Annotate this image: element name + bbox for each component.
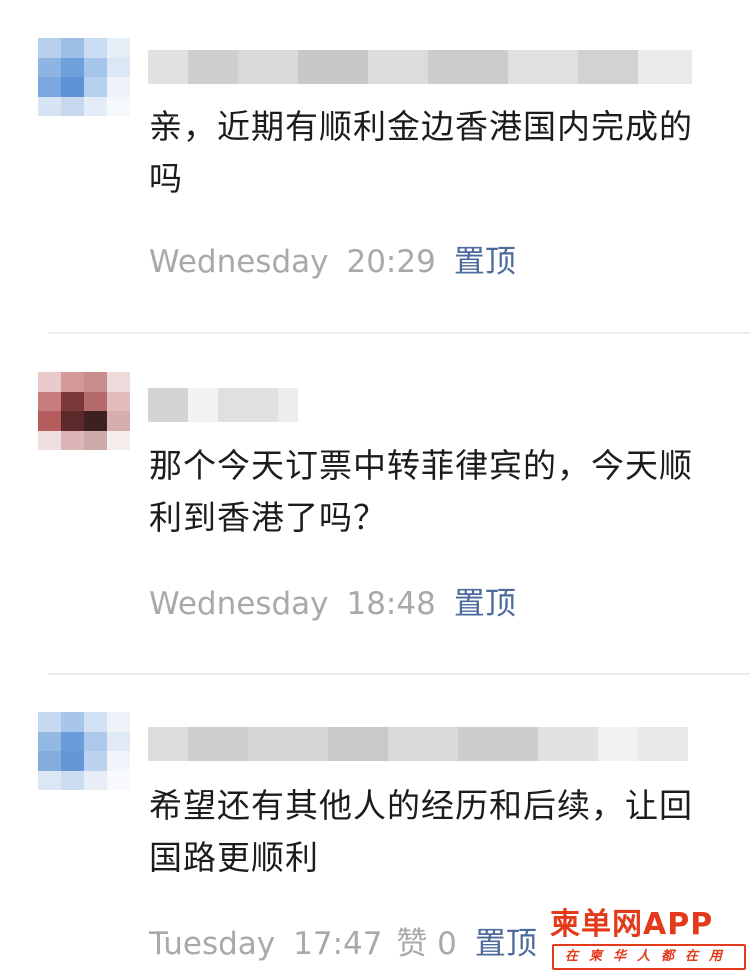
like-count[interactable]: 赞 0 xyxy=(396,926,457,962)
comment-text: 那个今天订票中转菲律宾的，今天顺利到香港了吗？ xyxy=(149,446,693,537)
comment-meta: Tuesday 17:47 赞 0 置顶 xyxy=(149,918,537,963)
pin-button[interactable]: 置顶 xyxy=(475,926,537,962)
divider xyxy=(48,332,750,334)
comment-day: Tuesday xyxy=(149,926,276,962)
username-blurred[interactable] xyxy=(148,50,692,84)
comment-time: 20:29 xyxy=(346,244,436,280)
watermark-logo: 柬单网APP 在柬华人都在用 xyxy=(548,908,748,970)
pin-button[interactable]: 置顶 xyxy=(454,244,516,280)
watermark-title: 柬单网APP xyxy=(550,907,714,942)
comment-meta: Wednesday 18:48 置顶 xyxy=(149,578,516,623)
comment-day: Wednesday xyxy=(149,244,329,280)
comment-time: 18:48 xyxy=(346,586,436,622)
watermark-subtitle: 在柬华人都在用 xyxy=(552,944,746,970)
comment-text: 希望还有其他人的经历和后续，让回国路更顺利 xyxy=(149,786,693,877)
avatar[interactable] xyxy=(38,372,130,450)
comment-text: 亲，近期有顺利金边香港国内完成的吗 xyxy=(149,107,693,198)
username-blurred[interactable] xyxy=(148,727,688,761)
avatar[interactable] xyxy=(38,712,130,790)
username-blurred[interactable] xyxy=(148,388,298,422)
comment-day: Wednesday xyxy=(149,586,329,622)
comment-meta: Wednesday 20:29 置顶 xyxy=(149,236,516,281)
pin-button[interactable]: 置顶 xyxy=(454,586,516,622)
divider xyxy=(48,673,750,675)
comment-time: 17:47 xyxy=(293,926,383,962)
avatar[interactable] xyxy=(38,38,130,116)
